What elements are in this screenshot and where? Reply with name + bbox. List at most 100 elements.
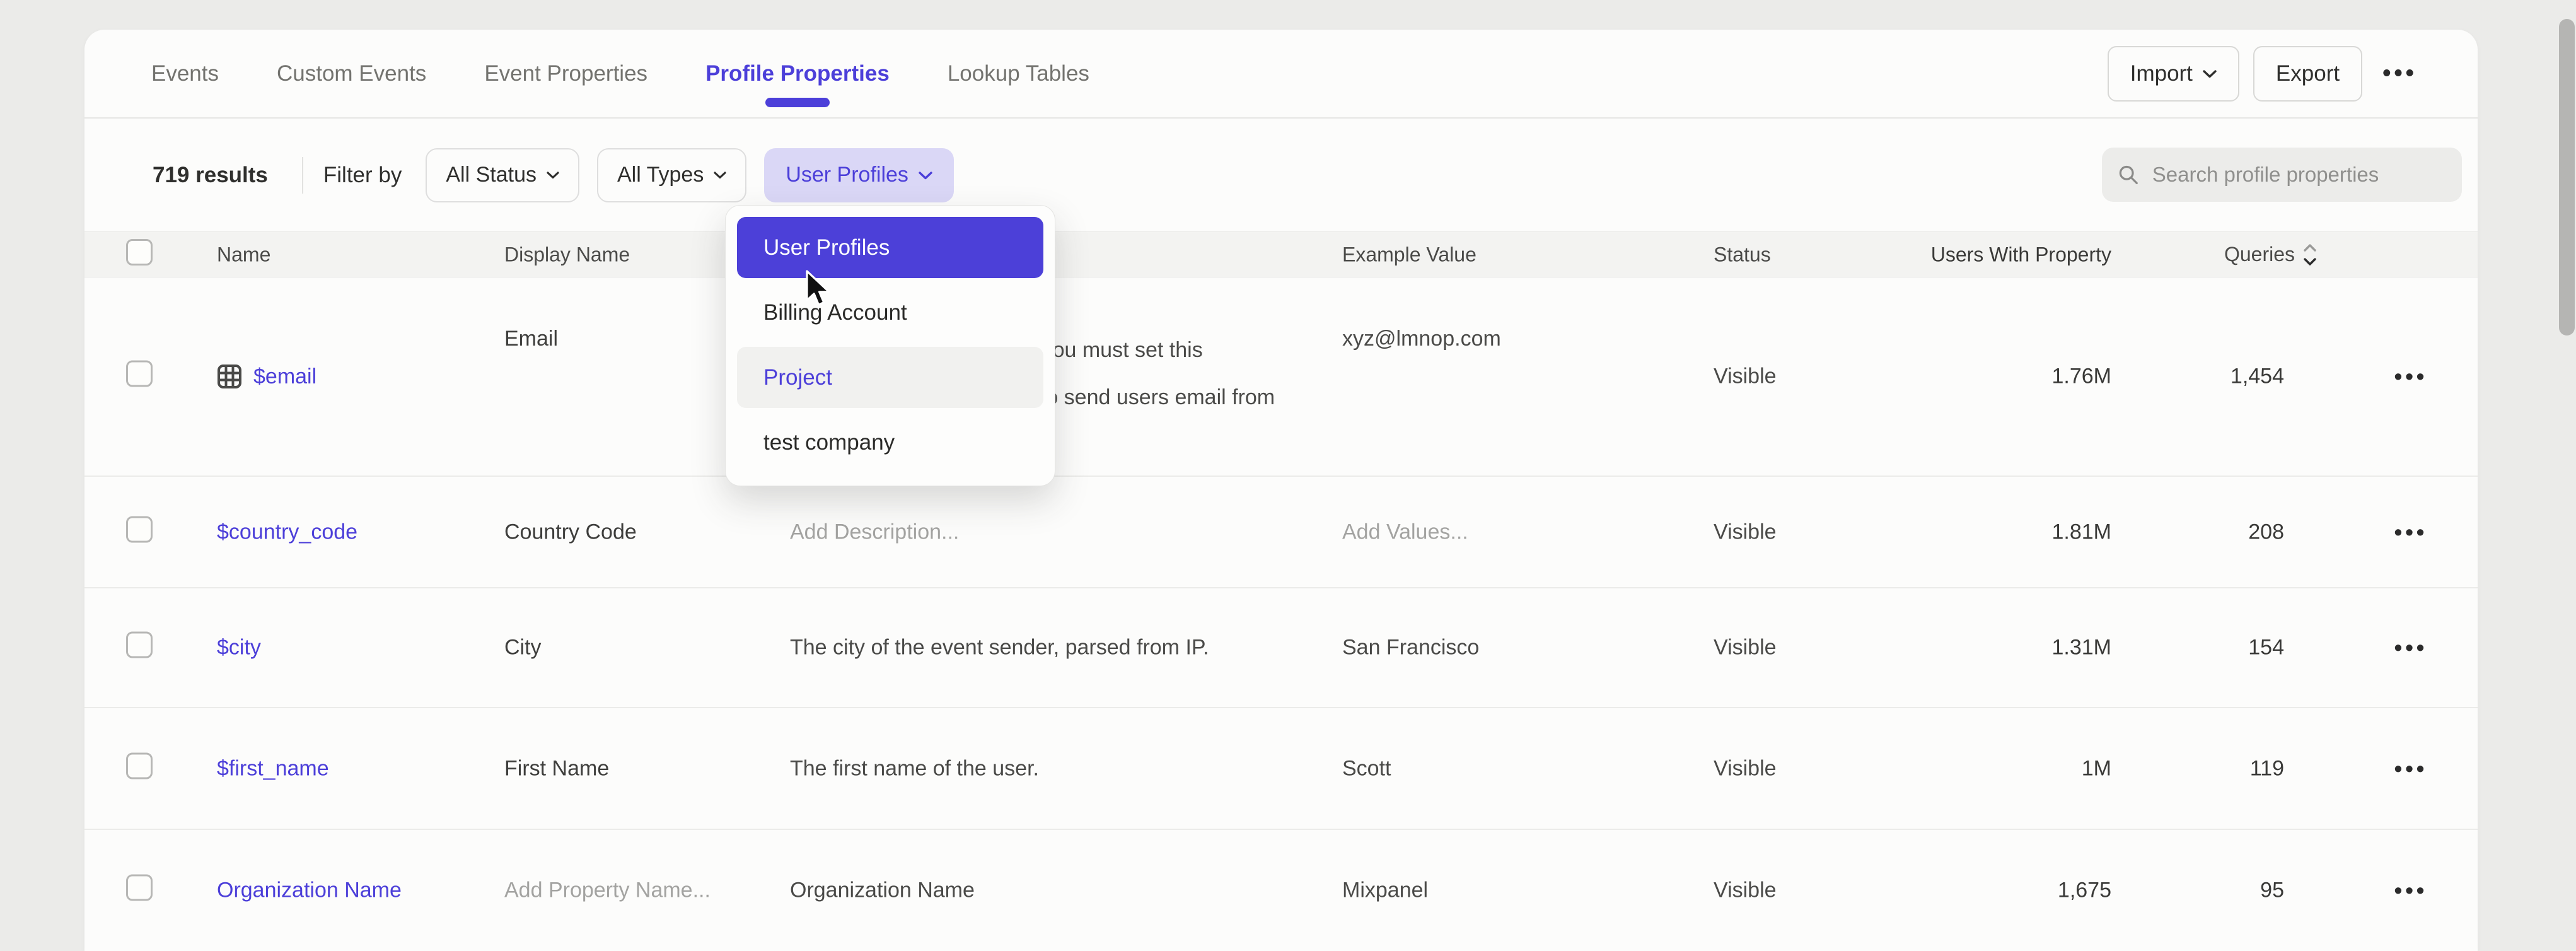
- name-cell: $email: [217, 364, 488, 389]
- queries-cell: 95: [2133, 878, 2284, 902]
- select-all-checkbox[interactable]: [126, 239, 153, 265]
- search-icon: [2117, 162, 2140, 187]
- example-value-cell[interactable]: San Francisco: [1342, 636, 1695, 660]
- divider: [302, 157, 303, 194]
- row-checkbox[interactable]: [126, 632, 153, 658]
- queries-cell: 208: [2133, 520, 2284, 544]
- types-filter-button[interactable]: All Types: [597, 148, 746, 202]
- row-checkbox[interactable]: [126, 874, 153, 901]
- tab-events[interactable]: Events: [151, 30, 219, 117]
- status-filter-label: All Status: [446, 163, 537, 187]
- table-row: $country_code Country Code Add Descripti…: [84, 477, 2478, 588]
- description-cell[interactable]: The city of the event sender, parsed fro…: [790, 636, 1326, 660]
- users-with-property-cell: 1.81M: [1913, 520, 2111, 544]
- toolbar: Import Export •••: [2108, 30, 2423, 117]
- display-name-cell[interactable]: Country Code: [504, 520, 769, 544]
- more-actions-button[interactable]: •••: [2376, 60, 2423, 87]
- row-more-button[interactable]: •••: [2373, 634, 2449, 661]
- property-name-link[interactable]: $email: [253, 365, 316, 389]
- name-cell: $city: [217, 636, 488, 660]
- filter-by-label: Filter by: [323, 163, 402, 188]
- chevron-down-icon: [714, 171, 726, 179]
- chevron-down-icon: [547, 171, 559, 179]
- checkbox-cell: [126, 874, 154, 906]
- row-checkbox[interactable]: [126, 361, 153, 387]
- chevron-down-icon: [2203, 69, 2217, 78]
- name-cell: $first_name: [217, 756, 488, 781]
- description-cell[interactable]: Organization Name: [790, 878, 1326, 902]
- row-checkbox[interactable]: [126, 752, 153, 779]
- status-filter-button[interactable]: All Status: [426, 148, 579, 202]
- name-cell: $country_code: [217, 520, 488, 544]
- search-input[interactable]: [2152, 163, 2447, 187]
- checkbox-cell: [126, 752, 154, 785]
- display-name-cell[interactable]: Add Property Name...: [504, 878, 769, 902]
- property-name-link[interactable]: $city: [217, 636, 261, 660]
- column-header-users-with-property[interactable]: Users With Property: [1913, 243, 2111, 266]
- dropdown-item-project[interactable]: Project: [737, 347, 1043, 408]
- queries-cell: 154: [2133, 636, 2284, 660]
- example-value-cell[interactable]: Add Values...: [1342, 520, 1695, 544]
- example-value-cell[interactable]: Mixpanel: [1342, 878, 1695, 902]
- profile-type-label: User Profiles: [786, 163, 908, 187]
- users-with-property-cell: 1,675: [1913, 878, 2111, 902]
- search-box[interactable]: [2102, 148, 2462, 202]
- column-header-queries[interactable]: Queries: [2133, 242, 2318, 268]
- properties-panel: Events Custom Events Event Properties Pr…: [84, 30, 2478, 951]
- tab-profile-properties[interactable]: Profile Properties: [705, 30, 890, 117]
- dropdown-item-test-company[interactable]: test company: [737, 412, 1043, 473]
- tab-event-properties[interactable]: Event Properties: [484, 30, 647, 117]
- table-row: $first_name First Name The first name of…: [84, 708, 2478, 830]
- filter-bar: 719 results Filter by All Status All Typ…: [84, 119, 2478, 231]
- tab-bar: Events Custom Events Event Properties Pr…: [84, 30, 2478, 119]
- tab-custom-events[interactable]: Custom Events: [277, 30, 426, 117]
- profile-type-filter-button[interactable]: User Profiles: [764, 148, 954, 202]
- import-label: Import: [2130, 61, 2193, 86]
- property-name-link[interactable]: Organization Name: [217, 878, 402, 902]
- tabs: Events Custom Events Event Properties Pr…: [84, 30, 1089, 117]
- row-more-button[interactable]: •••: [2373, 756, 2449, 782]
- export-button[interactable]: Export: [2253, 46, 2362, 102]
- property-name-link[interactable]: $first_name: [217, 756, 329, 781]
- users-with-property-cell: 1.31M: [1913, 636, 2111, 660]
- sort-icon: [2302, 242, 2318, 268]
- queries-cell: 119: [2133, 756, 2284, 781]
- property-name-link[interactable]: $country_code: [217, 520, 357, 544]
- vertical-scrollbar[interactable]: [2559, 19, 2575, 335]
- checkbox-cell: [126, 632, 154, 664]
- row-more-button[interactable]: •••: [2373, 363, 2449, 390]
- profile-type-dropdown: User Profiles Billing Account Project te…: [725, 205, 1055, 486]
- queries-header-label: Queries: [2224, 243, 2295, 266]
- select-all-cell: [126, 239, 154, 271]
- description-cell[interactable]: The first name of the user.: [790, 756, 1326, 781]
- name-cell: Organization Name: [217, 878, 488, 902]
- checkbox-cell: [126, 361, 154, 393]
- types-filter-label: All Types: [617, 163, 704, 187]
- description-cell[interactable]: Add Description...: [790, 520, 1326, 544]
- table-row: $email Email The user's email address. Y…: [84, 277, 2478, 477]
- table-row: Organization Name Add Property Name... O…: [84, 830, 2478, 950]
- column-header-name[interactable]: Name: [217, 243, 488, 266]
- example-value-cell[interactable]: Scott: [1342, 756, 1695, 781]
- export-label: Export: [2276, 61, 2340, 86]
- table-grid-icon: [217, 364, 242, 389]
- queries-cell: 1,454: [2133, 365, 2284, 389]
- table-header-row: Name Display Name Description Example Va…: [84, 231, 2478, 277]
- mouse-cursor: [804, 270, 837, 309]
- import-button[interactable]: Import: [2108, 46, 2239, 102]
- display-name-cell[interactable]: City: [504, 636, 769, 660]
- example-value-cell[interactable]: xyz@lmnop.com: [1342, 327, 1695, 351]
- users-with-property-cell: 1.76M: [1913, 365, 2111, 389]
- chevron-down-icon: [919, 171, 932, 180]
- checkbox-cell: [126, 516, 154, 548]
- row-checkbox[interactable]: [126, 516, 153, 542]
- results-count: 719 results: [153, 163, 268, 188]
- tab-lookup-tables[interactable]: Lookup Tables: [948, 30, 1089, 117]
- dropdown-item-user-profiles[interactable]: User Profiles: [737, 217, 1043, 278]
- column-header-example-value[interactable]: Example Value: [1342, 243, 1695, 266]
- display-name-cell[interactable]: First Name: [504, 756, 769, 781]
- table-row: $city City The city of the event sender,…: [84, 588, 2478, 708]
- row-more-button[interactable]: •••: [2373, 519, 2449, 546]
- dropdown-item-billing-account[interactable]: Billing Account: [737, 282, 1043, 343]
- row-more-button[interactable]: •••: [2373, 877, 2449, 904]
